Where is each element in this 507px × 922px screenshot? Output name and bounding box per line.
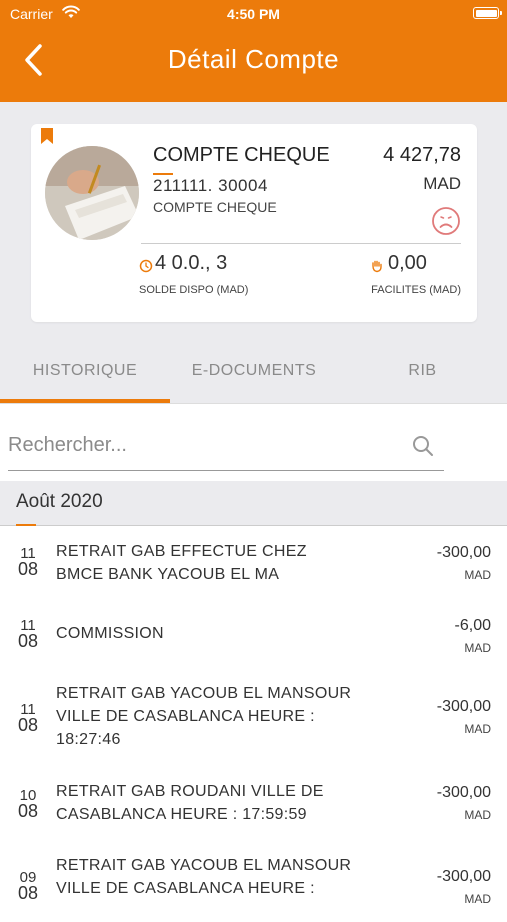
transaction-currency: MAD — [464, 722, 491, 736]
transaction-month: 08 — [17, 715, 39, 735]
transaction-row[interactable]: 11 08 COMMISSION -6,00 MAD — [0, 602, 507, 672]
sad-face-icon — [432, 207, 460, 235]
transaction-description: RETRAIT GAB YACOUB EL MANSOUR VILLE DE C… — [56, 685, 352, 748]
balance-currency: MAD — [423, 174, 461, 193]
transaction-month: 08 — [17, 631, 39, 651]
transaction-description: COMMISSION — [56, 625, 164, 642]
battery-icon — [473, 7, 502, 19]
solde-dispo-value: 4 0.0., 3 — [155, 252, 228, 274]
tab-rib[interactable]: RIB — [338, 342, 507, 404]
bookmark-icon — [41, 128, 53, 144]
transaction-row[interactable]: 11 08 RETRAIT GAB EFFECTUE CHEZ BMCE BAN… — [0, 526, 507, 603]
account-card[interactable]: COMPTE CHEQUE 211111. 30004 COMPTE CHEQU… — [31, 124, 477, 322]
tab-e-documents[interactable]: E-DOCUMENTS — [170, 342, 338, 404]
tab-bar: HISTORIQUE E-DOCUMENTS RIB — [0, 342, 507, 404]
search-input[interactable] — [8, 428, 398, 462]
account-number: 211111. 30004 — [153, 176, 268, 195]
transaction-description: RETRAIT GAB ROUDANI VILLE DE CASABLANCA … — [56, 783, 324, 823]
page-title: Détail Compte — [167, 44, 340, 74]
transaction-date: 11 08 — [16, 546, 40, 578]
card-divider — [141, 243, 461, 244]
transaction-month: 08 — [17, 801, 39, 821]
account-summary-area: COMPTE CHEQUE 211111. 30004 COMPTE CHEQU… — [0, 102, 507, 342]
transaction-currency: MAD — [464, 568, 491, 582]
status-bar: Carrier 4:50 PM — [0, 0, 507, 28]
transaction-amount: -300,00 — [436, 784, 491, 801]
tab-historique[interactable]: HISTORIQUE — [0, 342, 170, 404]
month-label: Août 2020 — [16, 491, 103, 512]
transaction-currency: MAD — [464, 808, 491, 822]
account-balance: 4 427,78 — [383, 144, 461, 166]
transaction-month: 08 — [17, 559, 39, 579]
transaction-month: 08 — [17, 883, 39, 903]
transaction-date: 10 08 — [16, 788, 40, 820]
transaction-amount: -300,00 — [436, 868, 491, 885]
account-type: COMPTE CHEQUE — [153, 144, 330, 166]
transaction-description: RETRAIT GAB YACOUB EL MANSOUR VILLE DE C… — [56, 857, 352, 897]
navigation-bar: Détail Compte — [0, 28, 507, 102]
facilites-value: 0,00 — [388, 252, 427, 274]
transaction-date: 11 08 — [16, 618, 40, 650]
search-bar — [8, 420, 444, 471]
transaction-amount: -300,00 — [436, 698, 491, 715]
clock: 4:50 PM — [227, 6, 280, 22]
tab-bar-divider — [0, 403, 507, 404]
solde-dispo-label: SOLDE DISPO (MAD) — [139, 284, 249, 296]
transaction-date: 09 08 — [16, 870, 40, 902]
hand-icon — [372, 260, 382, 273]
transaction-currency: MAD — [464, 892, 491, 906]
month-section-header: Août 2020 — [0, 481, 507, 526]
transaction-amount: -300,00 — [436, 544, 491, 561]
transaction-amount: -6,00 — [454, 617, 491, 634]
account-number-accent — [153, 173, 173, 175]
transaction-row[interactable]: 09 08 RETRAIT GAB YACOUB EL MANSOUR VILL… — [0, 842, 507, 922]
account-label: COMPTE CHEQUE — [153, 199, 277, 215]
clock-icon — [139, 259, 153, 273]
transaction-date: 11 08 — [16, 702, 40, 734]
transaction-row[interactable]: 11 08 RETRAIT GAB YACOUB EL MANSOUR VILL… — [0, 671, 507, 769]
search-icon[interactable] — [412, 435, 434, 457]
transaction-description: RETRAIT GAB EFFECTUE CHEZ BMCE BANK YACO… — [56, 543, 307, 583]
facilites-label: FACILITES (MAD) — [371, 284, 461, 296]
transaction-currency: MAD — [464, 641, 491, 655]
account-avatar — [45, 146, 139, 240]
transaction-row[interactable]: 10 08 RETRAIT GAB ROUDANI VILLE DE CASAB… — [0, 768, 507, 843]
